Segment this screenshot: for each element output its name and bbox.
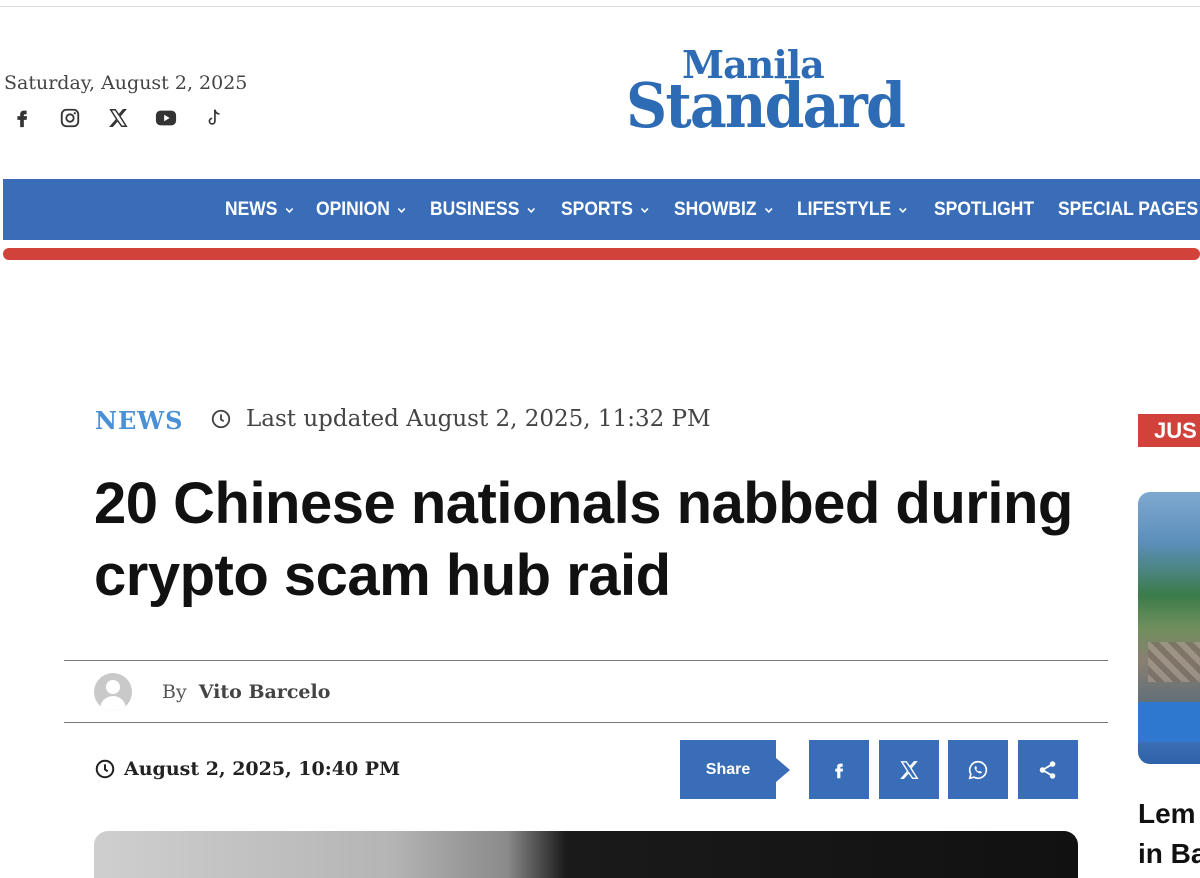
sidebar-story-title[interactable]: Lem in Ba (1138, 794, 1200, 874)
chevron-down-icon (899, 207, 908, 213)
nav-item-label: SPORTS (561, 198, 634, 220)
nav-item-label: BUSINESS (430, 198, 520, 220)
youtube-link[interactable] (152, 104, 180, 132)
share-whatsapp-button[interactable] (948, 740, 1008, 799)
last-updated: Last updated August 2, 2025, 11:32 PM (210, 406, 711, 432)
share-x-button[interactable] (879, 740, 939, 799)
social-links (8, 104, 228, 132)
nav-item-showbiz[interactable]: SHOWBIZ (674, 199, 773, 221)
sidebar-title-line1: Lem (1138, 798, 1196, 829)
instagram-link[interactable] (56, 104, 84, 132)
image-roofs (1148, 642, 1200, 682)
nav-item-special-pages[interactable]: SPECIAL PAGES (1058, 199, 1198, 221)
nav-item-label: OPINION (316, 198, 390, 220)
published-date-text: August 2, 2025, 10:40 PM (124, 758, 401, 780)
share-label: Share (680, 740, 776, 799)
current-date: Saturday, August 2, 2025 (4, 72, 248, 94)
nav-item-sports[interactable]: SPORTS (561, 199, 649, 221)
share-icon (1039, 760, 1056, 779)
nav-item-label: NEWS (225, 198, 278, 220)
avatar-head (106, 680, 120, 694)
tiktok-icon (208, 109, 220, 125)
byline-prefix: By (162, 681, 187, 703)
nav-item-opinion[interactable]: OPINION (316, 199, 406, 221)
chevron-down-icon (764, 207, 772, 213)
image-pool (1138, 702, 1200, 742)
author-name[interactable]: Vito Barcelo (199, 681, 331, 703)
facebook-icon (17, 110, 28, 128)
chevron-down-icon (527, 207, 536, 213)
facebook-link[interactable] (8, 104, 36, 132)
nav-item-label: SHOWBIZ (673, 198, 757, 220)
logo-line2: Standard (626, 69, 906, 142)
just-in-badge: JUS (1138, 414, 1200, 447)
nav-item-label: SPECIAL PAGES (1058, 198, 1199, 220)
share-arrow (776, 758, 790, 782)
x-icon (900, 760, 919, 779)
tiktok-link[interactable] (200, 104, 228, 132)
instagram-icon (60, 108, 80, 128)
category-label[interactable]: NEWS (95, 406, 184, 435)
nav-item-label: LIFESTYLE (797, 198, 892, 220)
x-link[interactable] (104, 104, 132, 132)
facebook-icon (835, 763, 844, 778)
nav-items: NEWS OPINION BUSINESS SPORTS SHOWBIZ LIFESTYL… (225, 179, 1200, 240)
youtube-icon (155, 110, 177, 126)
author-avatar[interactable] (94, 673, 132, 711)
nav-item-lifestyle[interactable]: LIFESTYLE (797, 199, 908, 221)
accent-strip (3, 248, 1200, 260)
site-logo[interactable]: Manila Standard (626, 44, 986, 142)
nav-item-spotlight[interactable]: SPOTLIGHT (934, 199, 1034, 221)
article-hero-image (94, 831, 1078, 878)
nav-item-news[interactable]: NEWS (225, 199, 294, 221)
sidebar-story-image[interactable] (1138, 492, 1200, 764)
article-headline: 20 Chinese nationals nabbed during crypt… (94, 471, 1073, 608)
nav-item-label: SPOTLIGHT (933, 198, 1034, 220)
top-border (0, 6, 1200, 7)
share-facebook-button[interactable] (809, 740, 869, 799)
nav-item-business[interactable]: BUSINESS (430, 199, 536, 221)
divider (64, 660, 1108, 661)
main-navigation: NEWS OPINION BUSINESS SPORTS SHOWBIZ LIFESTYL… (3, 179, 1200, 240)
avatar-body (100, 696, 126, 711)
x-icon (109, 109, 128, 127)
published-date: August 2, 2025, 10:40 PM (94, 758, 400, 780)
sidebar-title-line2: in Ba (1138, 838, 1200, 869)
chevron-down-icon (285, 207, 294, 213)
divider (64, 722, 1108, 723)
byline: By Vito Barcelo (162, 681, 330, 703)
whatsapp-icon (968, 760, 988, 779)
clock-icon (95, 759, 115, 779)
share-more-button[interactable] (1018, 740, 1078, 799)
last-updated-text: Last updated August 2, 2025, 11:32 PM (246, 406, 711, 432)
chevron-down-icon (641, 207, 649, 213)
chevron-down-icon (398, 207, 406, 213)
clock-icon (211, 409, 231, 429)
